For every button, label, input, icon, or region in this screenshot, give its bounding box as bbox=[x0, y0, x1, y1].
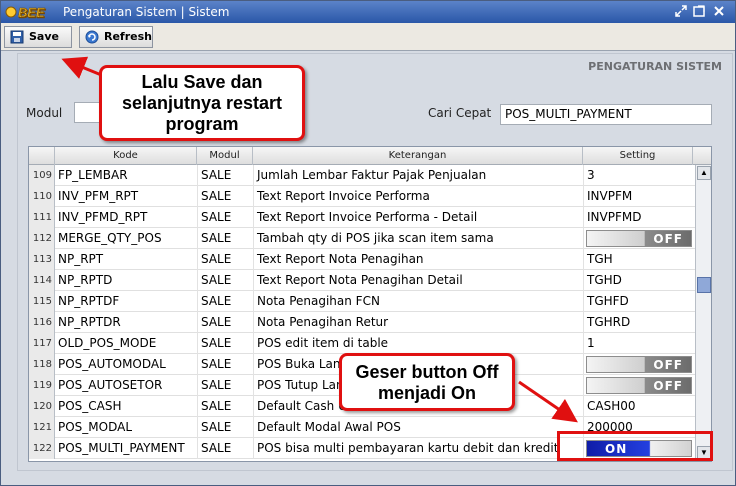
arrow-to-toggle bbox=[518, 380, 578, 423]
callout-toggle-on: Geser button Off menjadi On bbox=[339, 353, 515, 411]
app-window: BEE Pengaturan Sistem | Sistem Save Refr… bbox=[0, 0, 736, 486]
callout-save-restart: Lalu Save dan selanjutnya restart progra… bbox=[99, 65, 305, 141]
highlight-box bbox=[557, 431, 713, 461]
